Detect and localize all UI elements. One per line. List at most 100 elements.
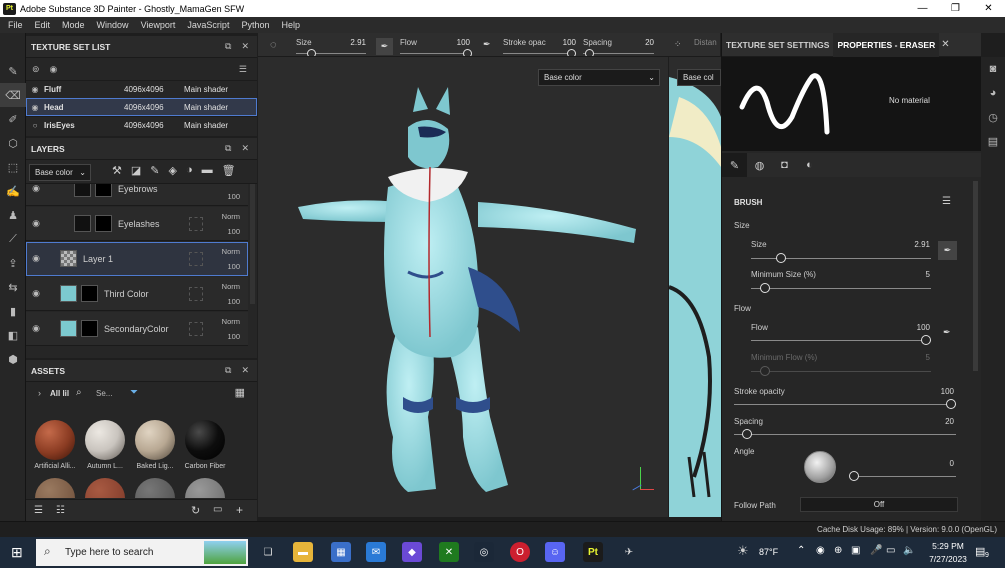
tray-icon[interactable]: ◉ bbox=[816, 545, 825, 556]
eye-off-icon[interactable]: ○ bbox=[26, 121, 44, 130]
size-slider-knob[interactable] bbox=[307, 49, 316, 56]
camera-icon[interactable]: ◙ bbox=[981, 57, 1005, 81]
substance-painter-taskbar-icon[interactable]: Pt bbox=[583, 542, 603, 562]
add-icon[interactable]: + bbox=[236, 503, 243, 517]
eye-icon[interactable]: ◉ bbox=[26, 323, 46, 334]
material-tab-icon[interactable]: ◐ bbox=[797, 153, 822, 177]
add-fill-layer-icon[interactable]: ◈ bbox=[169, 164, 177, 177]
texture-set-row-selected[interactable]: ◉ Head 4096x4096 Main shader bbox=[26, 98, 257, 116]
mail-icon[interactable]: ✉ bbox=[366, 542, 386, 562]
pen-pressure-icon[interactable]: ✒ bbox=[376, 38, 393, 55]
eraser-icon[interactable]: ⌫ bbox=[0, 83, 26, 107]
list-icon[interactable]: ☷ bbox=[56, 505, 65, 516]
layer-row[interactable]: ◉ SecondaryColor Norm 100 bbox=[26, 312, 248, 346]
eye-icon[interactable]: ◉ bbox=[26, 218, 46, 229]
effect-slot[interactable] bbox=[189, 322, 203, 336]
float-icon[interactable]: ⧉ bbox=[225, 41, 231, 52]
asset-item[interactable]: Autumn L... bbox=[84, 420, 126, 470]
menu-python[interactable]: Python bbox=[235, 20, 275, 30]
tab-texture-set-settings[interactable]: TEXTURE SET SETTINGS bbox=[722, 33, 833, 57]
menu-help[interactable]: Help bbox=[275, 20, 306, 30]
tab-properties-eraser[interactable]: PROPERTIES - ERASER bbox=[833, 33, 940, 57]
effect-slot[interactable] bbox=[189, 252, 203, 266]
log-icon[interactable]: ▤ bbox=[981, 129, 1005, 153]
min-size-slider-track[interactable] bbox=[751, 288, 931, 289]
effect-slot[interactable] bbox=[189, 217, 203, 231]
chevron-up-icon[interactable]: ⌃ bbox=[797, 545, 805, 556]
microphone-icon[interactable]: 🎤 bbox=[870, 545, 882, 556]
menu-edit[interactable]: Edit bbox=[29, 20, 57, 30]
material-picker-icon[interactable]: ⟋ bbox=[0, 227, 26, 251]
menu-file[interactable]: File bbox=[2, 20, 29, 30]
close-panel-icon[interactable]: ✕ bbox=[241, 365, 249, 376]
add-mask-icon[interactable]: ◪ bbox=[131, 164, 141, 177]
layer-row[interactable]: ◉ Eyebrows 100 bbox=[26, 184, 248, 206]
material-thumbnail[interactable] bbox=[85, 478, 125, 498]
flow-pressure-icon[interactable]: ✒ bbox=[943, 327, 951, 338]
3d-viewport[interactable]: Base color ⌄ bbox=[258, 57, 668, 517]
menu-window[interactable]: Window bbox=[91, 20, 135, 30]
lazy-mouse-icon[interactable]: ⁘ bbox=[674, 39, 682, 50]
size-pressure-icon[interactable]: ✒ bbox=[938, 241, 957, 260]
store-icon[interactable]: ▦ bbox=[331, 542, 351, 562]
2d-viewport[interactable]: Base col bbox=[669, 57, 721, 517]
close-panel-icon[interactable]: ✕ bbox=[241, 41, 249, 52]
minimize-icon[interactable]: — bbox=[906, 0, 939, 17]
export-icon[interactable]: ▮ bbox=[0, 299, 26, 323]
eye-icon[interactable]: ◉ bbox=[26, 85, 44, 94]
menu-mode[interactable]: Mode bbox=[56, 20, 91, 30]
grid-view-icon[interactable]: ▦ bbox=[235, 386, 245, 399]
taskbar-search[interactable]: ⌕ Type here to search bbox=[36, 539, 248, 566]
refresh-icon[interactable]: ↻ bbox=[191, 504, 200, 517]
xbox-icon[interactable]: ✕ bbox=[439, 542, 459, 562]
asset-item[interactable]: Artificial Alli... bbox=[34, 420, 76, 470]
discord-icon[interactable]: ☺ bbox=[545, 542, 565, 562]
smudge-icon[interactable]: ✍ bbox=[0, 179, 26, 203]
menu-viewport[interactable]: Viewport bbox=[135, 20, 182, 30]
folder-icon[interactable]: ▭ bbox=[213, 504, 222, 515]
geometry-mask-icon[interactable]: ⬡ bbox=[0, 131, 26, 155]
asset-filter[interactable]: All lil bbox=[50, 389, 69, 398]
size-slider-knob[interactable] bbox=[776, 253, 786, 263]
add-paint-layer-icon[interactable]: ✎ bbox=[150, 164, 159, 177]
flow-slider-knob[interactable] bbox=[463, 49, 472, 56]
volume-icon[interactable]: 🔈 bbox=[903, 545, 915, 556]
follow-path-select[interactable]: Off bbox=[800, 497, 958, 512]
material-thumbnail[interactable] bbox=[185, 478, 225, 498]
min-size-slider-knob[interactable] bbox=[760, 283, 770, 293]
file-explorer-icon[interactable]: ▬ bbox=[293, 542, 313, 562]
stroke-opacity-slider-knob[interactable] bbox=[946, 399, 956, 409]
chevron-right-icon[interactable]: › bbox=[38, 388, 41, 398]
import-icon[interactable]: ☰ bbox=[34, 505, 43, 516]
tray-icon[interactable]: ▣ bbox=[851, 545, 860, 556]
eye-icon[interactable]: ◉ bbox=[26, 103, 44, 112]
spacing-slider-knob[interactable] bbox=[742, 429, 752, 439]
add-folder-icon[interactable]: ▬ bbox=[202, 164, 213, 177]
menu-javascript[interactable]: JavaScript bbox=[181, 20, 235, 30]
picker-icon[interactable]: ⬚ bbox=[0, 155, 26, 179]
properties-scrollbar[interactable] bbox=[973, 181, 978, 371]
layers-scrollbar[interactable] bbox=[250, 184, 255, 304]
tray-icon[interactable]: ⊕ bbox=[834, 545, 842, 556]
eye-icon[interactable]: ◉ bbox=[26, 253, 46, 264]
eye-icon[interactable]: ◉ bbox=[50, 64, 58, 75]
texture-set-row[interactable]: ◉ Fluff 4096x4096 Main shader bbox=[26, 80, 257, 98]
flow-slider-knob[interactable] bbox=[921, 335, 931, 345]
effect-slot[interactable] bbox=[189, 287, 203, 301]
angle-slider-track[interactable] bbox=[854, 476, 956, 477]
uv-view[interactable] bbox=[669, 57, 721, 517]
asset-search-input[interactable]: Se... bbox=[96, 389, 112, 398]
windows-start-icon[interactable]: ⊞ bbox=[11, 544, 23, 561]
add-adjustment-icon[interactable]: ◑ bbox=[186, 164, 193, 177]
asset-item[interactable]: Carbon Fiber bbox=[184, 420, 226, 470]
alpha-tab-icon[interactable]: ◍ bbox=[747, 153, 772, 177]
material-thumbnail[interactable] bbox=[35, 478, 75, 498]
stroke-slider-track[interactable] bbox=[503, 53, 576, 54]
menu-icon[interactable]: ☰ bbox=[239, 64, 247, 75]
angle-slider-knob[interactable] bbox=[849, 471, 859, 481]
layer-row-selected[interactable]: ◉ Layer 1 Norm 100 bbox=[26, 242, 248, 276]
angle-dial[interactable] bbox=[804, 451, 836, 483]
opera-icon[interactable]: O bbox=[510, 542, 530, 562]
flow-slider-track[interactable] bbox=[400, 53, 470, 54]
layer-row[interactable]: ◉ Eyelashes Norm 100 bbox=[26, 207, 248, 241]
